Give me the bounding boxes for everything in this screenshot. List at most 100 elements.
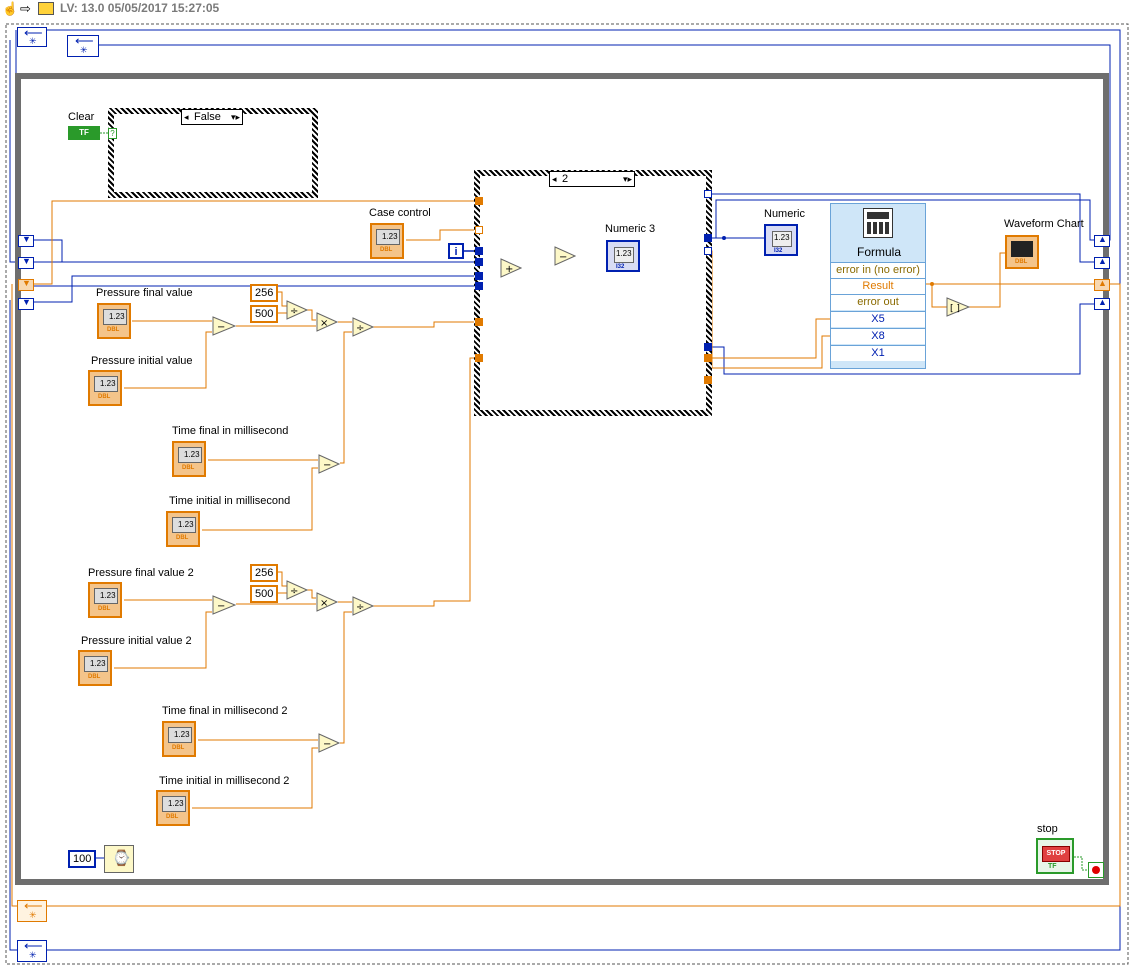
clear-control[interactable]: TF	[68, 126, 100, 140]
up-triangle-icon: ▲	[1098, 297, 1107, 307]
multiply-node-1[interactable]: ×	[316, 312, 338, 332]
case-prev-icon[interactable]: ◂	[184, 110, 189, 124]
bracket-icon: [ ]	[950, 304, 960, 314]
tunnel	[475, 272, 483, 280]
shift-register-right-4[interactable]: ▲	[1094, 297, 1110, 310]
shift-register-left-3[interactable]: ▼	[18, 278, 34, 291]
shift-register-right-1[interactable]: ▲	[1094, 234, 1110, 247]
constant-500-b[interactable]: 500	[250, 585, 279, 603]
pressure-final2-label: Pressure final value 2	[88, 567, 194, 579]
iteration-terminal: i	[448, 243, 464, 259]
svg-text:×: ×	[320, 318, 328, 329]
formula-x5[interactable]: X5	[831, 311, 925, 327]
pressure-initial-control[interactable]: 1.23 DBL	[88, 370, 122, 406]
pressure-initial2-control[interactable]: 1.23 DBL	[78, 650, 112, 686]
case-prev-icon[interactable]: ◂	[552, 172, 557, 186]
svg-text:÷: ÷	[356, 323, 364, 334]
subtract-node-p2[interactable]: −	[212, 595, 236, 615]
wire-build-chart	[968, 252, 1006, 308]
case-next-icon[interactable]: ▾▸	[623, 172, 632, 186]
plus-icon: +	[505, 264, 513, 275]
add-node[interactable]: +	[500, 258, 522, 278]
wire-to-x5	[708, 318, 832, 359]
pressure-final-label: Pressure final value	[96, 287, 193, 299]
tf-tag: TF	[79, 128, 89, 137]
constant-500-a[interactable]: 500	[250, 305, 279, 323]
asterisk-icon: ✳	[29, 36, 37, 46]
asterisk-icon: ✳	[29, 950, 37, 960]
constant-256-a[interactable]: 256	[250, 284, 279, 302]
bool-tag: ?	[110, 129, 115, 138]
shift-register-left-1[interactable]: ▼	[18, 234, 34, 247]
shift-register-bottom-blue[interactable]: ⟵ ✳	[17, 938, 47, 962]
svg-text:−: −	[217, 322, 225, 333]
down-triangle-icon: ▼	[22, 278, 31, 288]
shift-register-left-4[interactable]: ▼	[18, 297, 34, 310]
tunnel	[704, 343, 712, 351]
loop-condition-icon[interactable]	[1088, 862, 1104, 878]
tunnel	[704, 247, 712, 255]
up-triangle-icon: ▲	[1098, 278, 1107, 288]
svg-text:×: ×	[320, 598, 328, 609]
svg-text:−: −	[323, 460, 331, 471]
tunnel	[475, 197, 483, 205]
case-control-label: Case control	[369, 207, 431, 219]
divide-node-256[interactable]: ÷	[286, 300, 308, 320]
formula-x1[interactable]: X1	[831, 345, 925, 361]
subtract-node-p1[interactable]: −	[212, 316, 236, 336]
svg-text:−: −	[217, 601, 225, 612]
shift-register-bottom-orange[interactable]: ⟵ ✳	[17, 898, 47, 922]
numeric-label: Numeric	[764, 208, 805, 220]
divide-node-2[interactable]: ÷	[352, 596, 374, 616]
wait-ms-node[interactable]: ⌚	[104, 845, 134, 873]
pressure-initial2-label: Pressure initial value 2	[81, 635, 192, 647]
formula-error-in[interactable]: error in (no error)	[831, 262, 925, 278]
tunnel	[704, 354, 712, 362]
svg-text:÷: ÷	[290, 306, 298, 317]
time-final2-control[interactable]: 1.23 DBL	[162, 721, 196, 757]
tunnel	[475, 354, 483, 362]
case-next-icon[interactable]: ▾▸	[231, 110, 240, 124]
numeric-indicator: 1.23 I32	[764, 224, 798, 256]
subtract-node-t1[interactable]: −	[318, 454, 340, 474]
case-value: 2	[562, 173, 569, 185]
formula-error-out[interactable]: error out	[831, 294, 925, 310]
time-initial2-label: Time initial in millisecond 2	[159, 775, 290, 787]
stop-control[interactable]: STOP TF	[1036, 838, 1074, 874]
pressure-final2-control[interactable]: 1.23 DBL	[88, 582, 122, 618]
time-initial2-control[interactable]: 1.23 DBL	[156, 790, 190, 826]
formula-express-vi[interactable]: Formula error in (no error) Result error…	[830, 203, 926, 369]
time-final2-label: Time final in millisecond 2	[162, 705, 288, 717]
formula-result[interactable]: Result	[831, 278, 925, 294]
subtract-node-case[interactable]: −	[554, 246, 576, 266]
time-initial-control[interactable]: 1.23 DBL	[166, 511, 200, 547]
tunnel	[704, 376, 712, 384]
shift-register-right-2[interactable]: ▲	[1094, 256, 1110, 269]
time-final-control[interactable]: 1.23 DBL	[172, 441, 206, 477]
subtract-node-t2[interactable]: −	[318, 733, 340, 753]
divide-node-1[interactable]: ÷	[352, 317, 374, 337]
case-selector-main[interactable]: ◂ 2 ▾▸	[549, 171, 635, 187]
build-array-node[interactable]: [ ]	[946, 297, 970, 317]
constant-256-b[interactable]: 256	[250, 564, 279, 582]
divide-node-256-b[interactable]: ÷	[286, 580, 308, 600]
multiply-node-2[interactable]: ×	[316, 592, 338, 612]
svg-text:÷: ÷	[356, 602, 364, 613]
shift-register-left-2[interactable]: ▼	[18, 256, 34, 269]
shift-register-top-left[interactable]: ⟵ ✳	[17, 25, 47, 47]
shift-register-right-3[interactable]: ▲	[1094, 278, 1110, 291]
wire-subt2	[340, 611, 352, 744]
pressure-final-control[interactable]: 1.23 DBL	[97, 303, 131, 339]
tunnel	[475, 226, 483, 234]
case-structure-main[interactable]	[474, 170, 712, 416]
wire-div2-out	[372, 321, 480, 328]
wire-case-control	[406, 229, 480, 241]
shift-register-top-2[interactable]: ⟵ ✳	[67, 33, 99, 57]
case-control[interactable]: 1.23 DBL	[370, 223, 404, 259]
case-selector-clear[interactable]: ◂ False ▾▸	[181, 109, 243, 125]
wire-div4-out	[372, 357, 480, 607]
time-initial-label: Time initial in millisecond	[169, 495, 291, 507]
tunnel	[475, 282, 483, 290]
formula-x8[interactable]: X8	[831, 328, 925, 344]
wait-ms-constant[interactable]: 100	[68, 850, 97, 868]
